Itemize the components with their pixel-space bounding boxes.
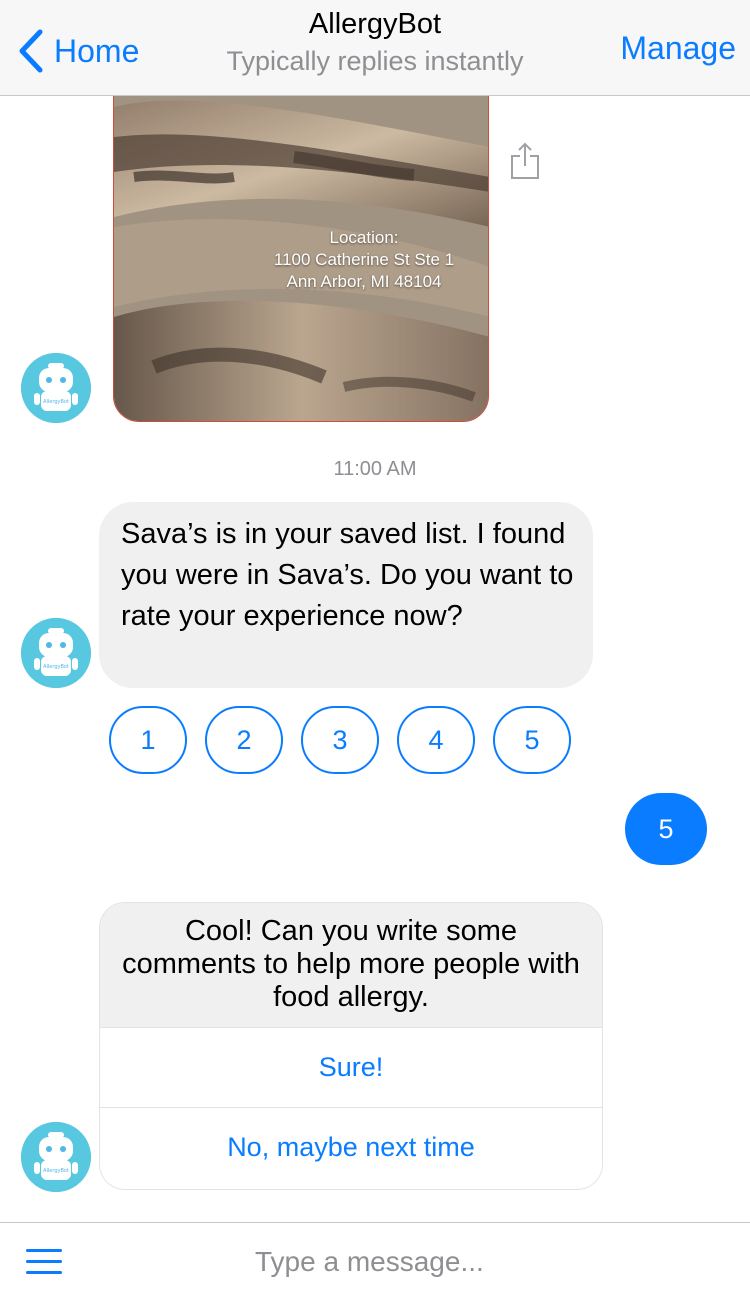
bot-avatar[interactable]: AllergyBot: [21, 1122, 91, 1192]
rating-button-5[interactable]: 5: [493, 706, 571, 774]
bot-avatar-icon: AllergyBot: [21, 1122, 91, 1192]
reply-status: Typically replies instantly: [226, 46, 524, 76]
bot-avatar-icon: AllergyBot: [21, 618, 91, 688]
prompt-card-text: Cool! Can you write some comments to hel…: [100, 903, 602, 1027]
bot-badge-text: AllergyBot: [43, 664, 69, 670]
chat-thread[interactable]: Location: 1100 Catherine St Ste 1 Ann Ar…: [0, 96, 750, 1222]
bot-avatar[interactable]: AllergyBot: [21, 353, 91, 423]
rating-button-1[interactable]: 1: [109, 706, 187, 774]
location-label: Location:: [329, 228, 399, 247]
location-image-card[interactable]: Location: 1100 Catherine St Ste 1 Ann Ar…: [113, 96, 489, 422]
message-input[interactable]: [255, 1241, 715, 1283]
user-message-bubble[interactable]: 5: [625, 793, 707, 865]
message-composer: [0, 1222, 750, 1300]
bot-name: AllergyBot: [308, 8, 442, 40]
chat-header: Home AllergyBot Typically replies instan…: [0, 0, 750, 96]
rating-button-4[interactable]: 4: [397, 706, 475, 774]
conversation-title[interactable]: AllergyBot Typically replies instantly: [175, 6, 575, 80]
bot-message-bubble[interactable]: Sava’s is in your saved list. I found yo…: [99, 502, 593, 688]
hamburger-menu-icon[interactable]: [26, 1249, 62, 1275]
rating-button-3[interactable]: 3: [301, 706, 379, 774]
maybe-next-time-button[interactable]: No, maybe next time: [100, 1107, 602, 1187]
bot-badge-text: AllergyBot: [43, 399, 69, 405]
location-address-line1: 1100 Catherine St Ste 1: [273, 250, 455, 269]
share-icon[interactable]: [508, 140, 542, 182]
bot-avatar[interactable]: AllergyBot: [21, 618, 91, 688]
bot-badge-text: AllergyBot: [43, 1168, 69, 1174]
sure-button[interactable]: Sure!: [100, 1027, 602, 1107]
back-button[interactable]: Home: [18, 26, 139, 76]
chevron-left-icon: [19, 29, 43, 73]
message-timestamp: 11:00 AM: [333, 458, 417, 480]
rating-quick-replies: 1 2 3 4 5: [109, 706, 589, 774]
manage-button[interactable]: Manage: [620, 30, 736, 67]
bot-avatar-icon: AllergyBot: [21, 353, 91, 423]
location-address-line2: Ann Arbor, MI 48104: [286, 272, 442, 291]
prompt-card: Cool! Can you write some comments to hel…: [99, 902, 603, 1190]
rating-button-2[interactable]: 2: [205, 706, 283, 774]
location-text: Location: 1100 Catherine St Ste 1 Ann Ar…: [264, 227, 464, 293]
back-label: Home: [54, 32, 140, 69]
